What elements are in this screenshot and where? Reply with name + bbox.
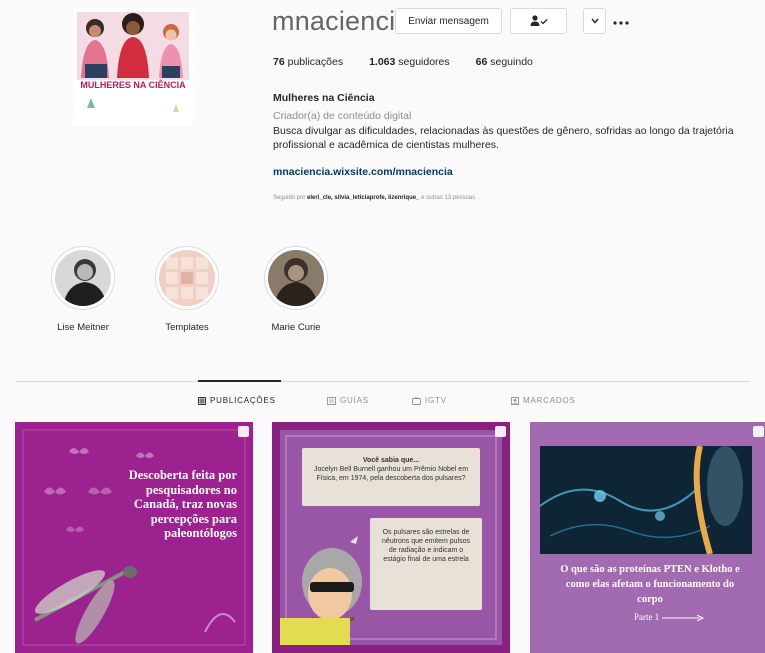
- followed-by[interactable]: Seguido por eleri_cle, silvia_leticiapro…: [273, 195, 475, 201]
- ellipsis-icon: [613, 21, 629, 25]
- post-title: O que são as proteínas PTEN e Klotho e c…: [560, 564, 740, 605]
- bubble-title: Você sabia que...: [362, 457, 420, 464]
- post-title: Descoberta feita por pesquisadores no Ca…: [128, 468, 237, 540]
- bubble-text: Jocelyn Bell Burnell ganhou um Prêmio No…: [313, 466, 469, 482]
- profile-illustration: [73, 8, 193, 126]
- arrow-right-icon: [661, 614, 704, 622]
- post-thumbnail[interactable]: Descoberta feita por pesquisadores no Ca…: [15, 422, 253, 653]
- post-image: [540, 446, 752, 554]
- speech-bubble: Os pulsares são estrelas de nêutrons que…: [370, 518, 482, 610]
- highlight-image: [268, 250, 324, 306]
- followers-stat[interactable]: 1.063 seguidores: [369, 56, 450, 68]
- suggestions-dropdown-button[interactable]: [583, 8, 606, 34]
- tabs-divider: [16, 381, 750, 382]
- posts-stat: 76 publicações: [273, 56, 344, 68]
- post-thumbnail[interactable]: Você sabia que... Jocelyn Bell Burnell g…: [272, 422, 510, 653]
- profile-username: mnaciencia: [272, 6, 411, 36]
- highlight-marie-curie[interactable]: Marie Curie: [262, 246, 330, 333]
- send-message-button[interactable]: Enviar mensagem: [395, 8, 502, 34]
- bio-text: Busca divulgar as dificuldades, relacion…: [273, 125, 734, 151]
- profile-picture[interactable]: MULHERES NA CIÊNCIA: [73, 8, 193, 126]
- guide-icon: [327, 396, 336, 405]
- bio-category: Criador(a) de conteúdo digital: [273, 110, 412, 122]
- highlight-ring: [51, 246, 115, 310]
- bio-website-link[interactable]: mnaciencia.wixsite.com/mnaciencia: [273, 166, 453, 178]
- carousel-icon: [238, 426, 249, 437]
- grid-icon: [198, 396, 206, 405]
- tab-publicacoes[interactable]: PUBLICAÇÕES: [198, 396, 276, 405]
- following-stat[interactable]: 66 seguindo: [476, 56, 533, 68]
- bubble-text: Os pulsares são estrelas de nêutrons que…: [382, 529, 470, 563]
- profile-stats: 76 publicações 1.063 seguidores 66 segui…: [273, 56, 533, 68]
- tab-igtv[interactable]: IGTV: [412, 396, 447, 405]
- tab-marcados[interactable]: MARCADOS: [511, 396, 576, 405]
- bio-name: Mulheres na Ciência: [273, 92, 375, 104]
- grid-icon: [159, 250, 215, 306]
- speech-bubble: Você sabia que... Jocelyn Bell Burnell g…: [302, 448, 480, 506]
- highlight-label: Templates: [165, 322, 209, 333]
- neurons-illustration: [540, 446, 752, 554]
- tag-icon: [511, 396, 519, 405]
- highlight-templates[interactable]: Templates: [153, 246, 221, 333]
- chevron-down-icon: [590, 18, 599, 24]
- post-part-label: Parte 1: [634, 612, 704, 622]
- tab-guias[interactable]: GUIAS: [327, 396, 369, 405]
- person-check-icon: [530, 15, 547, 26]
- carousel-icon: [753, 426, 764, 437]
- profile-picture-text: MULHERES NA CIÊNCIA: [80, 80, 186, 90]
- highlight-label: Lise Meitner: [57, 322, 109, 333]
- options-button[interactable]: [613, 12, 629, 28]
- post-thumbnail[interactable]: O que são as proteínas PTEN e Klotho e c…: [530, 422, 765, 653]
- active-tab-indicator: [198, 380, 281, 382]
- highlight-image: [55, 250, 111, 306]
- highlight-ring: [155, 246, 219, 310]
- highlight-label: Marie Curie: [271, 322, 321, 333]
- igtv-icon: [412, 396, 421, 405]
- following-button[interactable]: [510, 8, 567, 34]
- carousel-icon: [495, 426, 506, 437]
- highlight-image: [159, 250, 215, 306]
- highlight-lise-meitner[interactable]: Lise Meitner: [49, 246, 117, 333]
- highlight-ring: [264, 246, 328, 310]
